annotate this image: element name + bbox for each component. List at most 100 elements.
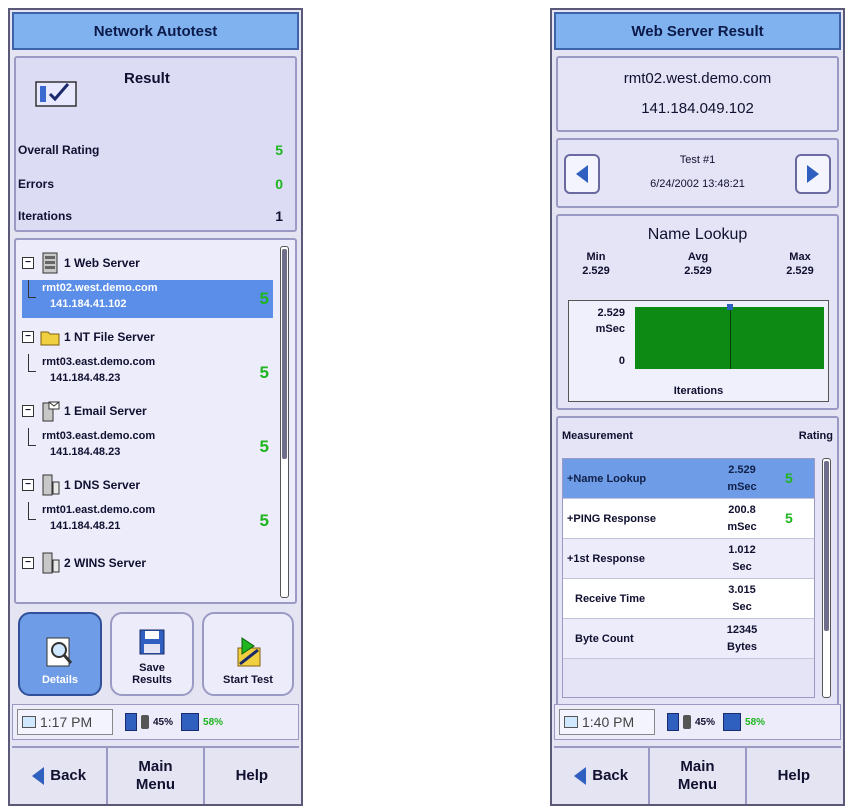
min-value: 2.529 xyxy=(582,265,610,277)
collapse-icon[interactable]: − xyxy=(22,331,34,343)
folder-icon xyxy=(40,331,60,346)
details-magnifier-icon xyxy=(46,637,73,667)
clock[interactable]: 1:17 PM xyxy=(17,709,113,735)
tree-group-email-server[interactable]: − 1 Email Server xyxy=(22,400,147,422)
tree-scroll-thumb[interactable] xyxy=(282,249,287,459)
tree-group-wins-server[interactable]: − 2 WINS Server xyxy=(22,552,146,574)
help-button[interactable]: Help xyxy=(746,748,841,804)
tree-group-nt-file-server[interactable]: − 1 NT File Server xyxy=(22,326,155,348)
measurement-name: +PING Response xyxy=(567,513,656,525)
table-row[interactable]: +Name Lookup 2.529 mSec 5 xyxy=(563,459,814,499)
status-bar: 1:40 PM 45% 58% xyxy=(554,704,841,740)
tree-group-dns-server[interactable]: − 1 DNS Server xyxy=(22,474,140,496)
help-label: Help xyxy=(777,767,811,784)
tree-group-label: 2 WINS Server xyxy=(64,556,147,570)
pda-icon xyxy=(667,713,679,731)
details-button[interactable]: Details xyxy=(18,612,102,696)
collapse-icon[interactable]: − xyxy=(22,257,34,269)
errors-label: Errors xyxy=(18,177,55,191)
iterations-value: 1 xyxy=(275,208,283,224)
x-axis-label: Iterations xyxy=(673,385,724,397)
host-rating: 5 xyxy=(259,289,269,308)
main-menu-button[interactable]: Main Menu xyxy=(650,748,747,804)
overall-rating-row: Overall Rating 5 xyxy=(18,140,283,160)
overall-rating-label: Overall Rating xyxy=(18,143,100,157)
right-arrow-icon xyxy=(807,165,819,183)
tree-host-row[interactable]: rmt03.east.demo.com 141.184.48.23 5 xyxy=(22,428,273,466)
measurement-number: 2.529 xyxy=(728,464,756,476)
tree-host-row[interactable]: rmt02.west.demo.com 141.184.41.102 5 xyxy=(22,280,273,318)
main-menu-label-line2: Menu xyxy=(135,776,176,793)
chart-frame: 2.529 mSec 0 Iterations xyxy=(568,300,829,402)
tree-connector xyxy=(28,354,36,372)
start-test-icon xyxy=(237,637,261,667)
table-row[interactable]: +PING Response 200.8 mSec 5 xyxy=(563,499,814,539)
battery-percent: 45% xyxy=(153,716,174,728)
tree-connector xyxy=(28,502,36,520)
measurement-number: 12345 xyxy=(726,624,758,636)
tree-host-row[interactable]: rmt01.east.demo.com 141.184.48.21 5 xyxy=(22,502,273,540)
clock[interactable]: 1:40 PM xyxy=(559,709,655,735)
measurement-value: 1.012 Sec xyxy=(713,542,771,576)
table-row[interactable]: +1st Response 1.012 Sec xyxy=(563,539,814,579)
tree-host-row[interactable]: rmt03.east.demo.com 141.184.48.23 5 xyxy=(22,354,273,392)
table-row[interactable]: Receive Time 3.015 Sec xyxy=(563,579,814,619)
disk-percent: 58% xyxy=(203,716,224,728)
table-row[interactable]: Byte Count 12345 Bytes xyxy=(563,619,814,659)
measurement-name: Receive Time xyxy=(575,593,646,605)
back-button[interactable]: Back xyxy=(554,748,651,804)
errors-value: 0 xyxy=(275,176,283,192)
host-name: rmt02.west.demo.com xyxy=(623,70,772,87)
server-tree[interactable]: − 1 Web Server rmt02.west.demo.com 141.1… xyxy=(14,238,297,604)
measurement-unit: Bytes xyxy=(727,641,757,653)
bottom-nav: Back Main Menu Help xyxy=(554,746,841,804)
tree-group-web-server[interactable]: − 1 Web Server xyxy=(22,252,140,274)
column-header-measurement: Measurement xyxy=(562,430,633,442)
result-summary: Result Overall Rating 5 Errors 0 Iterati… xyxy=(14,56,297,232)
y-axis-unit: mSec xyxy=(595,323,625,335)
host-rating: 5 xyxy=(259,437,269,456)
measurement-unit: Sec xyxy=(732,561,752,573)
measurement-unit: Sec xyxy=(732,601,752,613)
host-ip: 141.184.48.21 xyxy=(50,520,121,532)
back-label: Back xyxy=(50,767,87,784)
collapse-icon[interactable]: − xyxy=(22,405,34,417)
tree-scrollbar[interactable] xyxy=(280,246,289,598)
measurements-table: Measurement Rating +Name Lookup 2.529 mS… xyxy=(556,416,839,706)
status-bar: 1:17 PM 45% 58% xyxy=(12,704,299,740)
start-test-button[interactable]: Start Test xyxy=(202,612,294,696)
chart-title: Name Lookup xyxy=(647,226,748,243)
measurement-number: 3.015 xyxy=(728,584,756,596)
host-ip: 141.184.41.102 xyxy=(50,298,127,310)
tree-group-label: 1 Email Server xyxy=(64,404,147,418)
host-name: rmt01.east.demo.com xyxy=(42,504,156,516)
iterations-label: Iterations xyxy=(18,209,73,223)
avg-label: Avg xyxy=(687,251,709,263)
back-button[interactable]: Back xyxy=(12,748,109,804)
measurement-number: 200.8 xyxy=(728,504,756,516)
measurement-name: Byte Count xyxy=(575,633,634,645)
save-disk-icon xyxy=(139,629,165,655)
main-menu-button[interactable]: Main Menu xyxy=(108,748,205,804)
result-checklist-icon xyxy=(35,81,77,107)
save-results-button[interactable]: Save Results xyxy=(110,612,194,696)
measurement-scrollbar[interactable] xyxy=(822,458,831,698)
host-name: rmt02.west.demo.com xyxy=(42,282,158,294)
measurement-rating: 5 xyxy=(785,510,793,526)
pda-icon xyxy=(125,713,137,731)
max-value: 2.529 xyxy=(786,265,814,277)
wins-server-icon xyxy=(42,552,60,574)
measurement-scroll-thumb[interactable] xyxy=(824,461,829,631)
collapse-icon[interactable]: − xyxy=(22,479,34,491)
chart-divider xyxy=(729,307,731,369)
disk-icon xyxy=(723,713,742,731)
measurement-name: +Name Lookup xyxy=(567,473,647,485)
help-button[interactable]: Help xyxy=(204,748,299,804)
y-axis-bottom: 0 xyxy=(618,355,625,367)
collapse-icon[interactable]: − xyxy=(22,557,34,569)
next-test-button[interactable] xyxy=(795,154,831,194)
bottom-nav: Back Main Menu Help xyxy=(12,746,299,804)
errors-row: Errors 0 xyxy=(18,174,283,194)
measurement-list[interactable]: +Name Lookup 2.529 mSec 5 +PING Response… xyxy=(562,458,815,698)
clock-icon xyxy=(22,716,36,728)
